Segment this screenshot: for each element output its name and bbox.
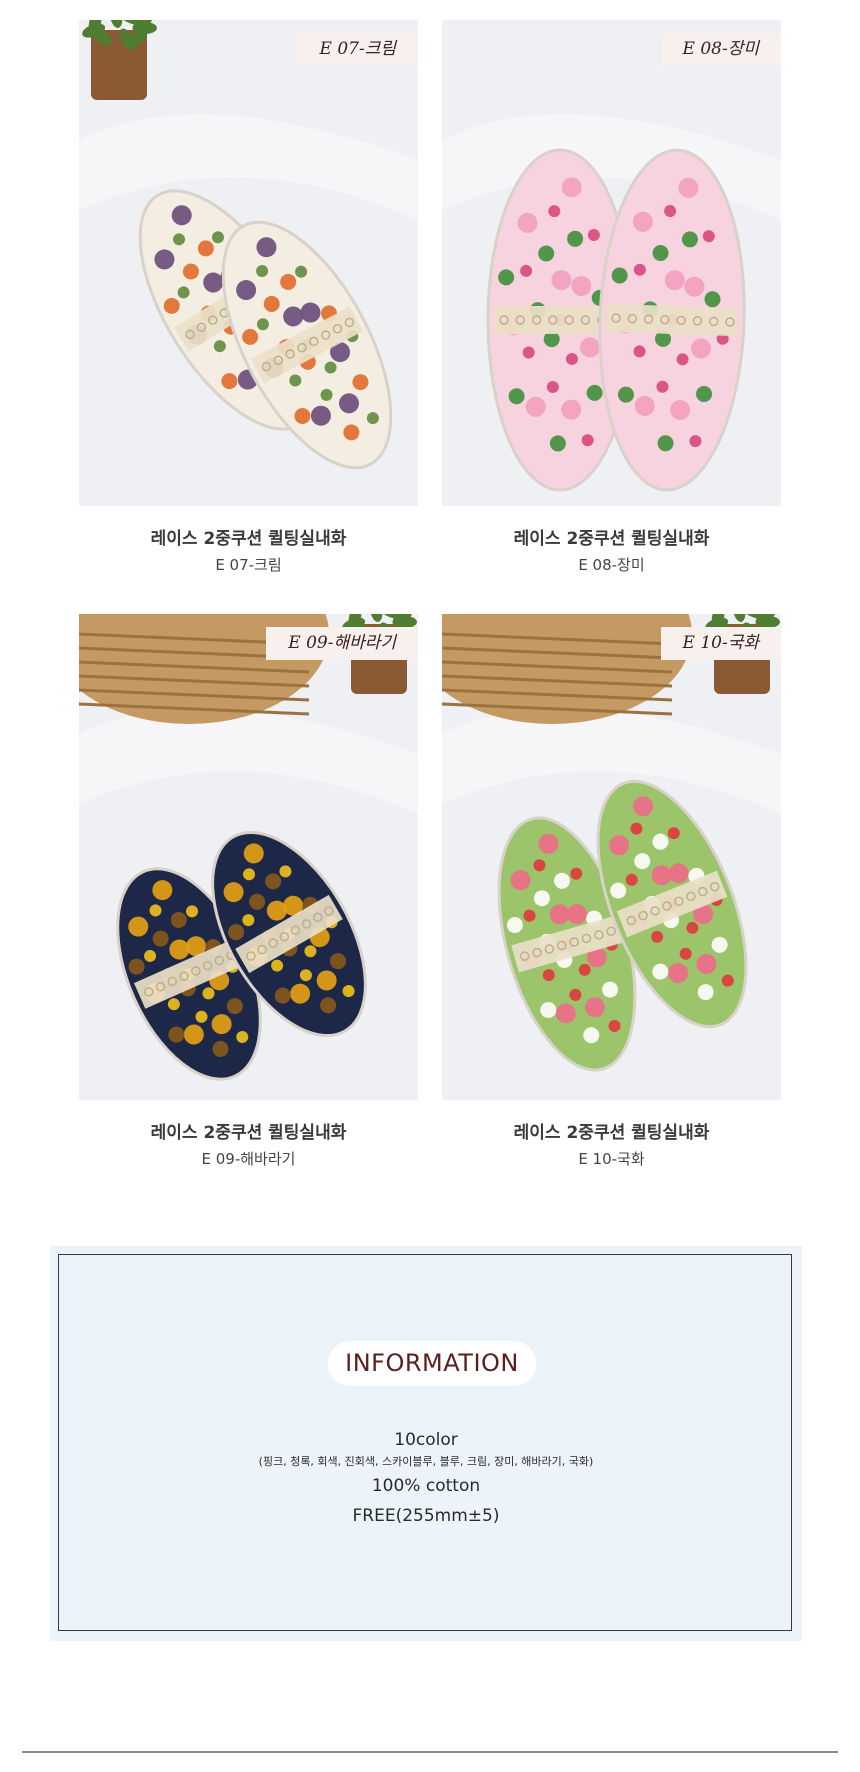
product-code: E 09-해바라기 — [201, 1150, 296, 1168]
color-tag: E 10-국화 — [660, 627, 781, 660]
information-panel: INFORMATION 10color (핑크, 청록, 회색, 진회색, 스카… — [50, 1246, 802, 1641]
product-code: E 08-장미 — [578, 556, 645, 574]
product-photo[interactable]: E 08-장미 — [442, 20, 781, 506]
divider — [22, 1751, 838, 1753]
plant — [82, 20, 157, 100]
product-code: E 10-국화 — [578, 1150, 645, 1168]
product-photo[interactable]: E 07-크림 — [79, 20, 418, 506]
size: FREE(255mm±5) — [352, 1506, 500, 1526]
product-code: E 07-크림 — [215, 556, 282, 574]
information-heading: INFORMATION — [328, 1341, 536, 1386]
color-tag: E 07-크림 — [297, 33, 418, 66]
color-count: 10color — [394, 1430, 458, 1450]
color-tag: E 09-해바라기 — [266, 627, 418, 660]
product-name[interactable]: 레이스 2중쿠션 퀼팅실내화 — [79, 524, 418, 549]
material: 100% cotton — [371, 1476, 481, 1496]
product-name[interactable]: 레이스 2중쿠션 퀼팅실내화 — [79, 1118, 418, 1143]
product-name[interactable]: 레이스 2중쿠션 퀼팅실내화 — [442, 524, 781, 549]
product-photo[interactable]: E 09-해바라기 — [79, 614, 418, 1100]
information-frame: INFORMATION 10color (핑크, 청록, 회색, 진회색, 스카… — [58, 1254, 792, 1631]
product-name[interactable]: 레이스 2중쿠션 퀼팅실내화 — [442, 1118, 781, 1143]
color-list: (핑크, 청록, 회색, 진회색, 스카이블루, 블루, 크림, 장미, 해바라… — [258, 1455, 594, 1468]
color-tag: E 08-장미 — [660, 33, 781, 66]
product-photo[interactable]: E 10-국화 — [442, 614, 781, 1100]
